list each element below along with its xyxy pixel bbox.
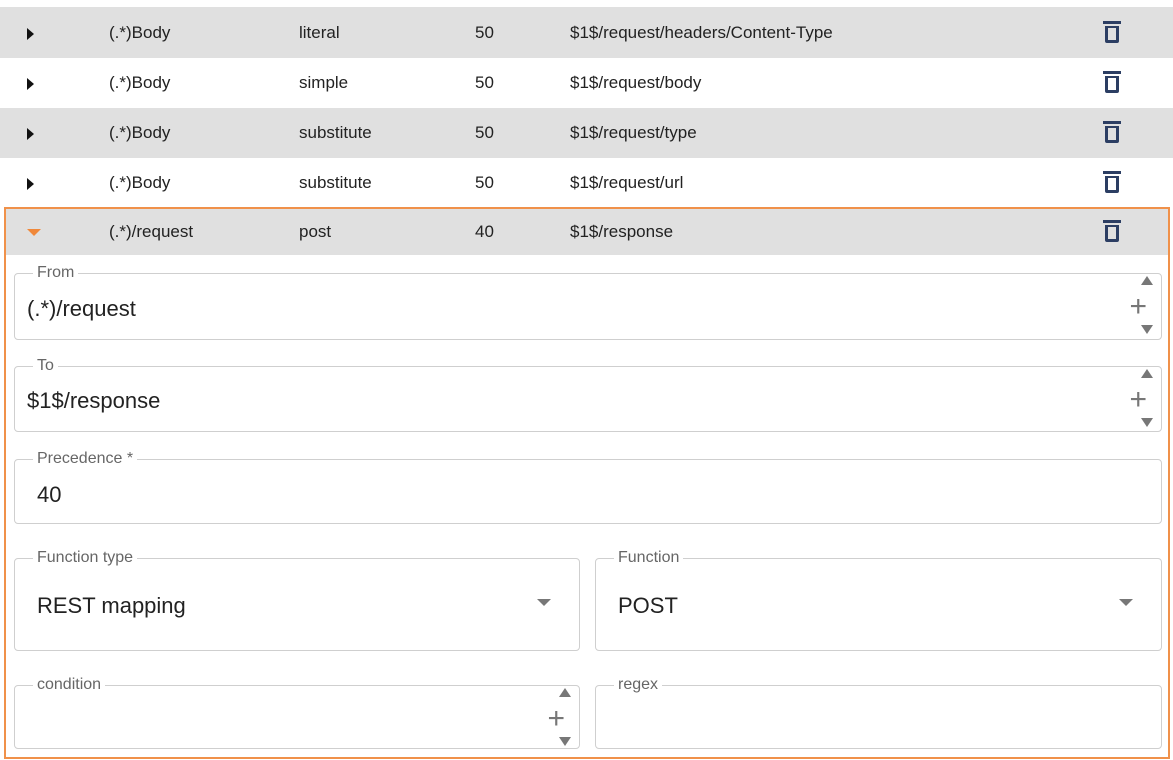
from-label: From xyxy=(33,264,79,282)
trash-icon[interactable] xyxy=(1103,21,1123,45)
expand-icon[interactable] xyxy=(27,108,43,158)
plus-stepper-icon[interactable]: + xyxy=(1129,276,1157,334)
chevron-down-icon xyxy=(1119,599,1133,606)
function-type-value: REST mapping xyxy=(37,593,186,618)
to-field[interactable]: To $1$/response + xyxy=(14,357,1162,432)
from-field[interactable]: From (.*)/request + xyxy=(14,264,1162,340)
precedence-label: Precedence * xyxy=(33,450,138,468)
table-row[interactable]: (.*)Body simple 50 $1$/request/body xyxy=(0,58,1173,108)
row-from: (.*)Body xyxy=(109,123,171,142)
row-to: $1$/response xyxy=(570,222,674,241)
table-top-edge xyxy=(0,0,1173,8)
condition-label: condition xyxy=(33,676,106,694)
trash-icon[interactable] xyxy=(1103,71,1123,95)
function-type-select[interactable]: Function type REST mapping xyxy=(14,549,580,651)
row-to: $1$/request/headers/Content-Type xyxy=(570,23,833,42)
row-from: (.*)Body xyxy=(109,23,171,42)
row-type: substitute xyxy=(299,123,372,142)
row-precedence: 50 xyxy=(475,123,494,142)
from-input[interactable]: (.*)/request xyxy=(27,296,136,322)
row-to: $1$/request/type xyxy=(570,123,697,142)
function-select[interactable]: Function POST xyxy=(595,549,1162,651)
row-type: literal xyxy=(299,23,340,42)
table-row-expanded[interactable]: (.*)/request post 40 $1$/response xyxy=(6,209,1168,255)
precedence-field[interactable]: Precedence * 40 xyxy=(14,450,1162,524)
table-row[interactable]: (.*)Body literal 50 $1$/request/headers/… xyxy=(0,8,1173,58)
chevron-down-icon xyxy=(537,599,551,606)
row-to: $1$/request/url xyxy=(570,173,684,192)
expand-icon[interactable] xyxy=(27,8,43,58)
regex-field[interactable]: regex xyxy=(595,676,1162,749)
row-from: (.*)/request xyxy=(109,222,194,241)
collapse-icon[interactable] xyxy=(27,209,43,255)
row-type: simple xyxy=(299,73,349,92)
row-precedence: 40 xyxy=(475,222,494,241)
plus-stepper-icon[interactable]: + xyxy=(547,688,575,746)
row-from: (.*)Body xyxy=(109,173,171,192)
row-type: substitute xyxy=(299,173,372,192)
regex-label: regex xyxy=(614,676,663,694)
function-value: POST xyxy=(618,593,678,618)
to-label: To xyxy=(33,357,58,375)
row-to: $1$/request/body xyxy=(570,73,702,92)
row-type: post xyxy=(299,222,332,241)
plus-stepper-icon[interactable]: + xyxy=(1129,369,1157,427)
expand-icon[interactable] xyxy=(27,158,43,208)
function-type-label: Function type xyxy=(33,549,138,567)
trash-icon[interactable] xyxy=(1103,121,1123,145)
to-input[interactable]: $1$/response xyxy=(27,388,160,414)
row-from: (.*)Body xyxy=(109,73,171,92)
trash-icon[interactable] xyxy=(1103,220,1123,244)
row-precedence: 50 xyxy=(475,23,494,42)
trash-icon[interactable] xyxy=(1103,171,1123,195)
expand-icon[interactable] xyxy=(27,58,43,108)
precedence-input[interactable]: 40 xyxy=(37,482,61,508)
row-precedence: 50 xyxy=(475,73,494,92)
table-row[interactable]: (.*)Body substitute 50 $1$/request/url xyxy=(0,158,1173,208)
condition-field[interactable]: condition + xyxy=(14,676,580,749)
table-row[interactable]: (.*)Body substitute 50 $1$/request/type xyxy=(0,108,1173,158)
row-precedence: 50 xyxy=(475,173,494,192)
function-label: Function xyxy=(614,549,684,567)
